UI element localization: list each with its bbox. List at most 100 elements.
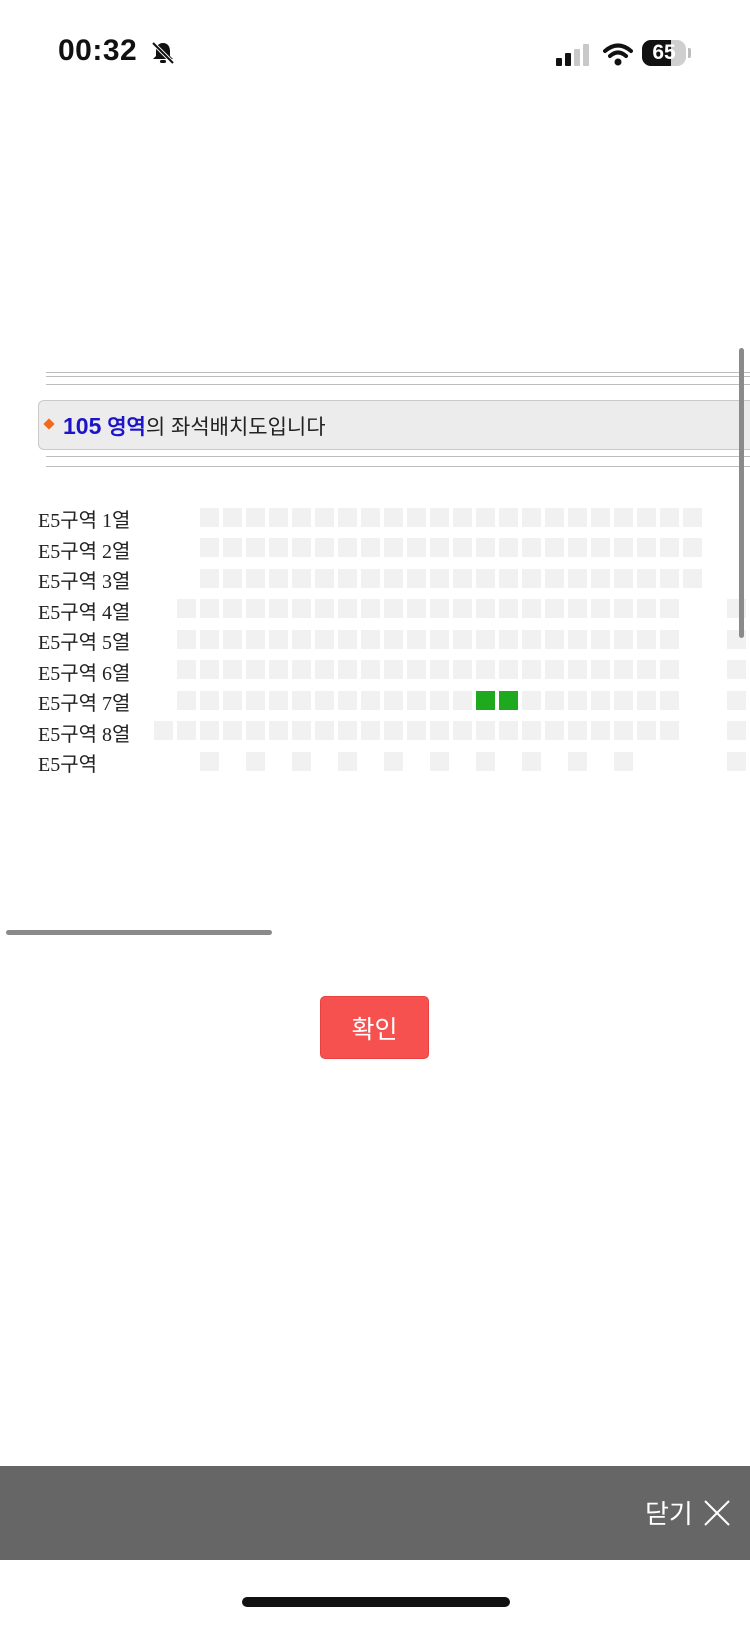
seat[interactable] [223, 508, 242, 527]
seat[interactable] [430, 721, 449, 740]
seat[interactable] [453, 508, 472, 527]
seat[interactable] [522, 660, 541, 679]
seat[interactable] [292, 508, 311, 527]
seat[interactable] [614, 752, 633, 771]
seat[interactable] [269, 660, 288, 679]
seat[interactable] [361, 721, 380, 740]
close-button-label[interactable]: 닫기 [645, 1494, 693, 1531]
close-icon[interactable] [703, 1499, 731, 1527]
seat[interactable] [361, 691, 380, 710]
seat[interactable] [568, 538, 587, 557]
seat[interactable] [453, 599, 472, 618]
seat[interactable] [614, 538, 633, 557]
seat[interactable] [315, 569, 334, 588]
seat[interactable] [637, 660, 656, 679]
seat[interactable] [683, 569, 702, 588]
seat[interactable] [315, 508, 334, 527]
seat[interactable] [223, 721, 242, 740]
seat[interactable] [499, 660, 518, 679]
seat[interactable] [637, 721, 656, 740]
seat[interactable] [637, 508, 656, 527]
seat[interactable] [338, 599, 357, 618]
seat[interactable] [430, 599, 449, 618]
seat[interactable] [727, 691, 746, 710]
seat[interactable] [568, 599, 587, 618]
seat[interactable] [384, 721, 403, 740]
seat[interactable] [200, 538, 219, 557]
seat[interactable] [499, 599, 518, 618]
seat[interactable] [614, 508, 633, 527]
seat[interactable] [637, 538, 656, 557]
seat[interactable] [246, 630, 265, 649]
seat[interactable] [338, 721, 357, 740]
seat[interactable] [660, 721, 679, 740]
seat[interactable] [683, 508, 702, 527]
seat[interactable] [591, 721, 610, 740]
seat[interactable] [200, 569, 219, 588]
seat[interactable] [292, 569, 311, 588]
seat[interactable] [430, 752, 449, 771]
seat[interactable] [177, 691, 196, 710]
seat[interactable] [315, 630, 334, 649]
seat[interactable] [637, 691, 656, 710]
seat[interactable] [361, 599, 380, 618]
seat[interactable] [660, 508, 679, 527]
seat[interactable] [223, 691, 242, 710]
vertical-scrollbar[interactable] [739, 348, 744, 638]
seat[interactable] [499, 630, 518, 649]
seat[interactable] [361, 538, 380, 557]
seat[interactable] [568, 691, 587, 710]
seat[interactable] [315, 691, 334, 710]
seat[interactable] [453, 660, 472, 679]
seat[interactable] [223, 599, 242, 618]
seat[interactable] [246, 538, 265, 557]
seat[interactable] [315, 721, 334, 740]
seat[interactable] [430, 691, 449, 710]
seat[interactable] [727, 660, 746, 679]
seat[interactable] [430, 630, 449, 649]
seat[interactable] [246, 599, 265, 618]
seat[interactable] [177, 660, 196, 679]
seat[interactable] [499, 538, 518, 557]
seat[interactable] [384, 569, 403, 588]
seat[interactable] [407, 721, 426, 740]
seat[interactable] [361, 630, 380, 649]
seat[interactable] [407, 691, 426, 710]
seat[interactable] [591, 599, 610, 618]
seat[interactable] [476, 660, 495, 679]
seat[interactable] [338, 538, 357, 557]
seat[interactable] [200, 752, 219, 771]
seat[interactable] [522, 721, 541, 740]
seat[interactable] [660, 599, 679, 618]
horizontal-scrollbar[interactable] [6, 930, 272, 935]
seat[interactable] [384, 599, 403, 618]
seat[interactable] [591, 538, 610, 557]
seat[interactable] [453, 630, 472, 649]
seat[interactable] [246, 691, 265, 710]
seat[interactable] [246, 660, 265, 679]
seat[interactable] [568, 569, 587, 588]
seat[interactable] [292, 752, 311, 771]
seat[interactable] [269, 508, 288, 527]
seat[interactable] [637, 599, 656, 618]
seat[interactable] [361, 660, 380, 679]
seat[interactable] [384, 630, 403, 649]
seat[interactable] [614, 630, 633, 649]
seat[interactable] [545, 691, 564, 710]
seat[interactable] [338, 569, 357, 588]
seat[interactable] [338, 660, 357, 679]
seat[interactable] [384, 508, 403, 527]
seat[interactable] [200, 508, 219, 527]
seat[interactable] [591, 691, 610, 710]
seat[interactable] [727, 721, 746, 740]
seat[interactable] [545, 538, 564, 557]
seat[interactable] [430, 538, 449, 557]
seat[interactable] [545, 599, 564, 618]
seat[interactable] [476, 538, 495, 557]
seat[interactable] [407, 660, 426, 679]
seat[interactable] [315, 538, 334, 557]
seat[interactable] [338, 752, 357, 771]
seat[interactable] [476, 721, 495, 740]
seat[interactable] [453, 538, 472, 557]
seat[interactable] [177, 630, 196, 649]
